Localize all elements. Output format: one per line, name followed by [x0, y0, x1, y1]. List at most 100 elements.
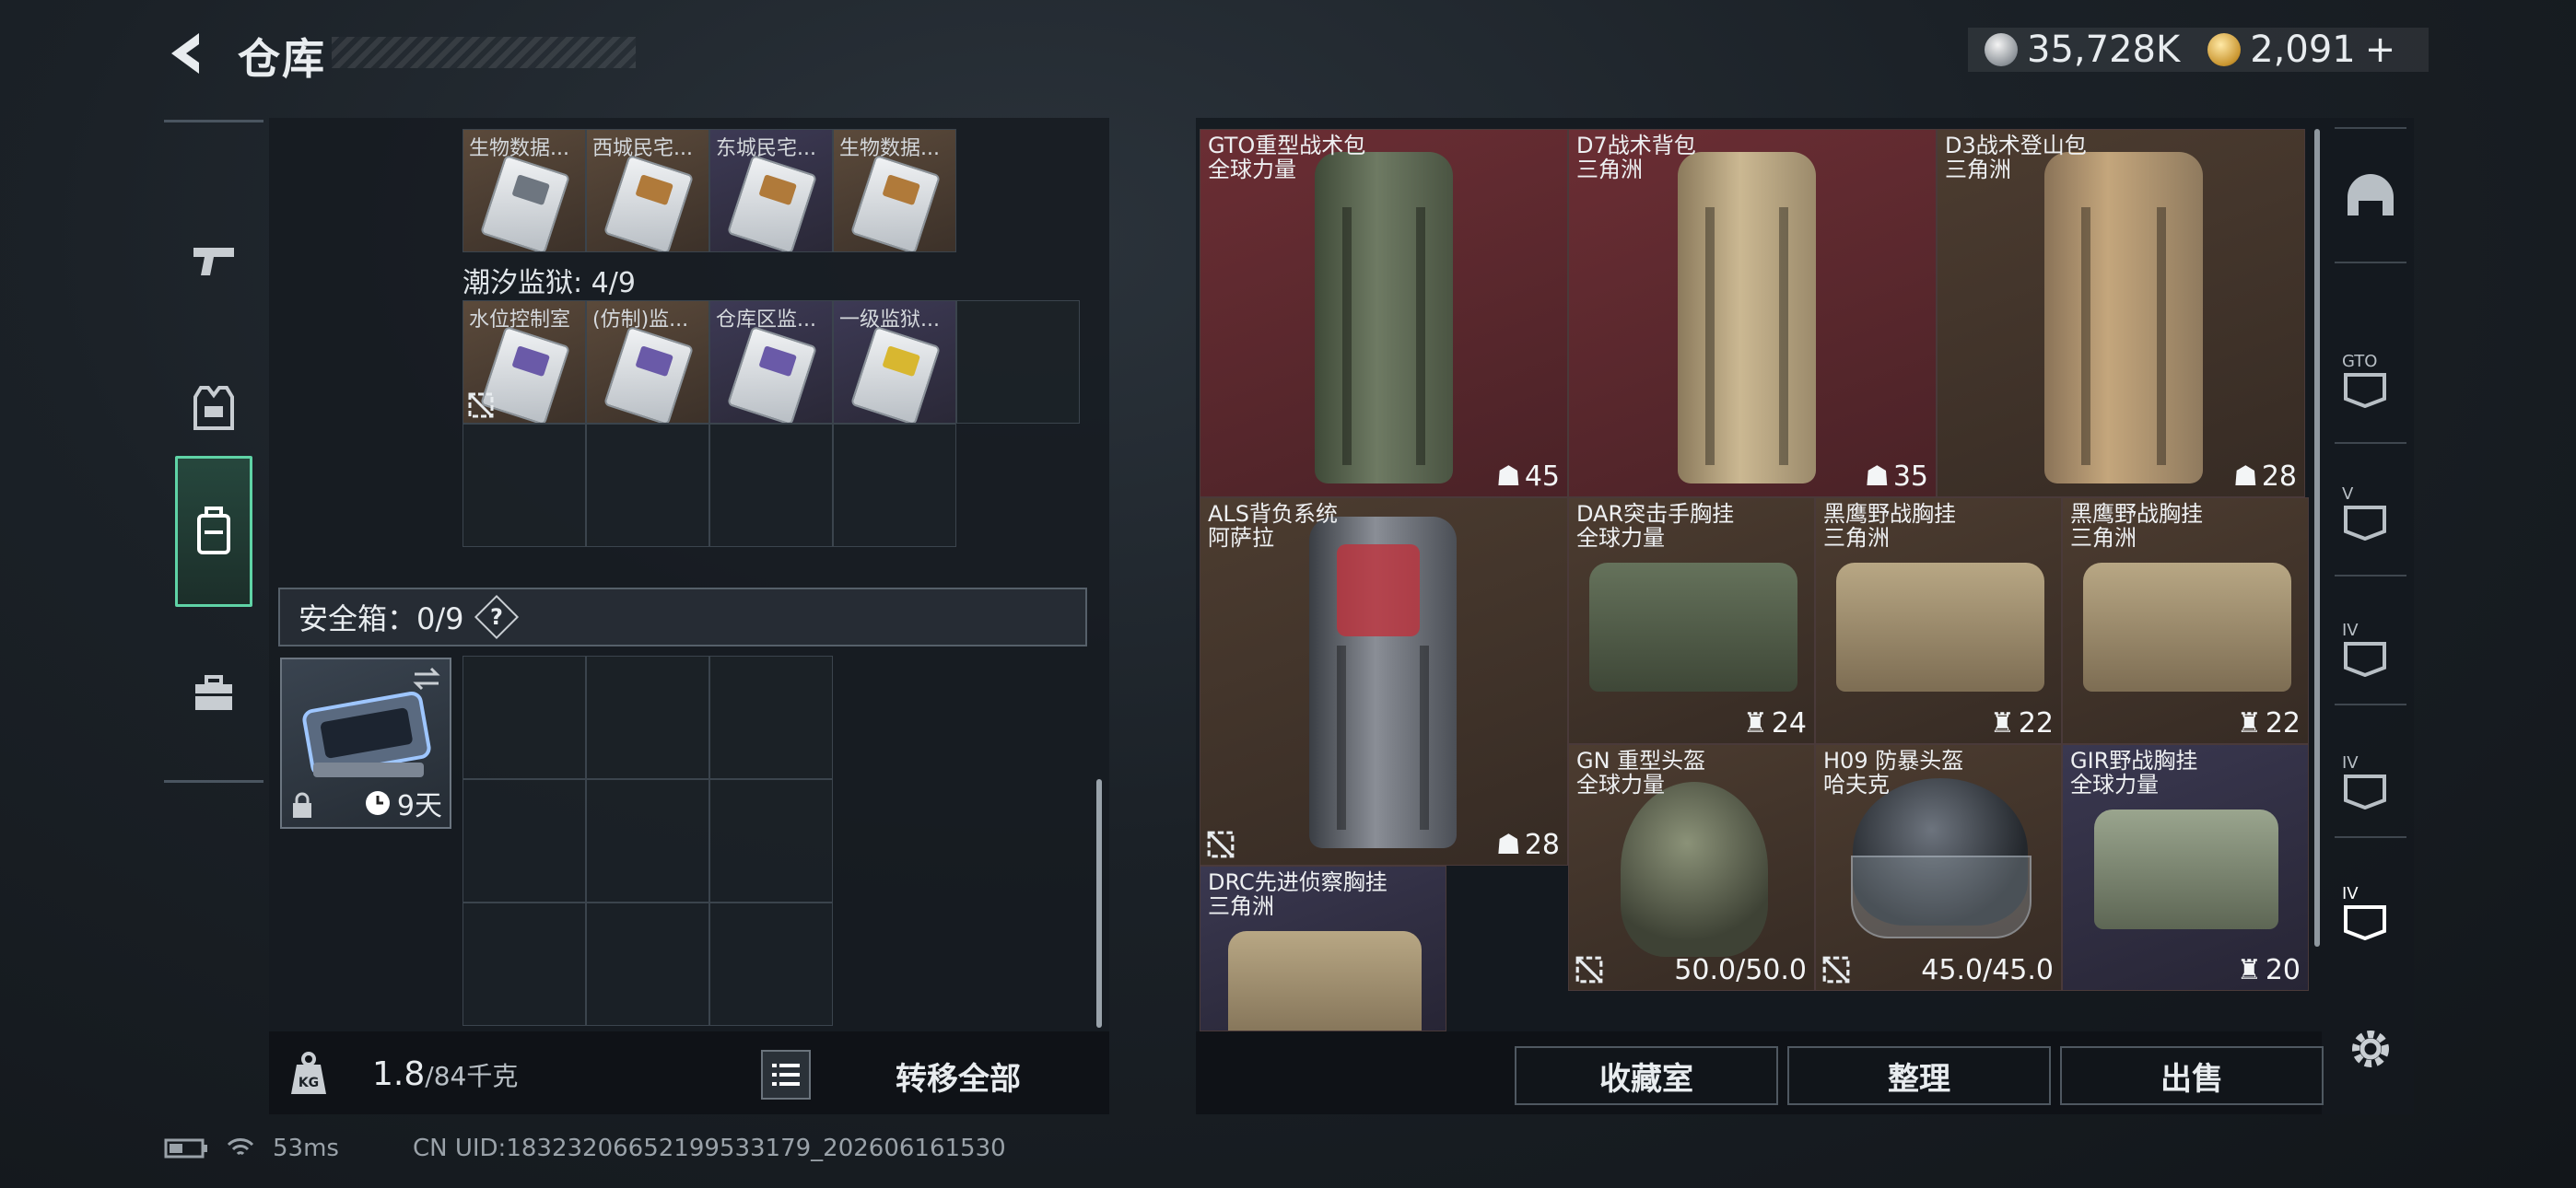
no-insure-icon [1207, 831, 1235, 858]
item-card[interactable]: ALS背负系统 阿萨拉 ☗ 28 [1200, 497, 1568, 866]
inventory-slot[interactable]: 西城民宅... [586, 129, 709, 252]
back-button[interactable] [162, 28, 214, 79]
organize-button[interactable]: 整理 [1787, 1046, 2051, 1105]
item-brand: 三角洲 [1823, 525, 1890, 551]
inventory-slot[interactable]: (仿制)监... [586, 300, 709, 424]
slot-label: 东城民宅... [716, 137, 816, 160]
filter-tier-gto[interactable]: GTO [2342, 352, 2399, 409]
vest-icon [193, 386, 234, 430]
item-brand: 哈夫克 [1823, 772, 1890, 798]
ping-text: 53ms [273, 1135, 339, 1162]
capacity-icon: ♜ [2236, 954, 2262, 986]
safe-slot[interactable] [586, 903, 709, 1026]
safe-slot[interactable] [709, 903, 833, 1026]
secure-case-icon [302, 692, 431, 777]
empty-slot[interactable] [463, 424, 586, 547]
slot-label: 水位控制室 [469, 309, 571, 332]
empty-slot[interactable] [586, 424, 709, 547]
inventory-scrollbar[interactable] [1096, 779, 1102, 1028]
inventory-slot[interactable]: 水位控制室 [463, 300, 586, 424]
item-card[interactable]: GTO重型战术包 全球力量 ☗ 45 [1200, 129, 1568, 497]
item-card[interactable]: GN 重型头盔 全球力量 50.0/50.0 [1568, 744, 1815, 991]
item-brand: 三角洲 [2070, 525, 2137, 551]
empty-slot[interactable] [833, 424, 956, 547]
armor-icon [2344, 373, 2386, 409]
uid-text: CN UID:18323206652199533179_202606161530 [412, 1135, 1006, 1162]
item-card[interactable]: 黑鹰野战胸挂 三角洲 ♜ 22 [1815, 497, 2062, 744]
safe-slot[interactable] [586, 656, 709, 779]
storage-scrollbar[interactable] [2314, 129, 2320, 947]
pistol-icon [193, 248, 234, 275]
item-card[interactable]: GIR野战胸挂 全球力量 ♜ 20 [2062, 744, 2309, 991]
safe-slot[interactable] [463, 779, 586, 903]
transfer-all-button[interactable]: 转移全部 [848, 1046, 1069, 1105]
collection-room-button[interactable]: 收藏室 [1515, 1046, 1778, 1105]
filter-tier-iv-a[interactable]: IV [2342, 621, 2399, 678]
category-backpack[interactable] [175, 456, 252, 607]
settings-gear-icon[interactable] [2344, 1022, 2397, 1076]
vest-image [1836, 563, 2044, 692]
category-weapons[interactable] [164, 187, 263, 334]
sell-button[interactable]: 出售 [2060, 1046, 2324, 1105]
vest-image [2083, 563, 2291, 692]
safe-slot[interactable] [463, 903, 586, 1026]
safe-box-label: 安全箱：0/9 [299, 601, 464, 636]
safe-slot[interactable] [586, 779, 709, 903]
item-name: GN 重型头盔 全球力量 [1576, 749, 1705, 797]
inventory-slot[interactable]: 仓库区监... [709, 300, 833, 424]
empty-slot[interactable] [956, 300, 1080, 424]
item-name: 黑鹰野战胸挂 三角洲 [2070, 502, 2203, 550]
slot-label: 生物数据... [839, 137, 940, 160]
safe-slot[interactable] [463, 656, 586, 779]
keycard-icon [726, 154, 818, 251]
item-card[interactable]: DAR突击手胸挂 全球力量 ♜ 24 [1568, 497, 1815, 744]
capacity-value: 20 [2265, 954, 2301, 986]
prison-label: 潮汐监狱: 4/9 [463, 267, 636, 299]
vest-image [1589, 563, 1797, 692]
status-bar: 53ms CN UID:18323206652199533179_2026061… [164, 1135, 1006, 1162]
item-brand: 三角洲 [1576, 157, 1643, 182]
item-capacity: ☗ 45 [1496, 460, 1560, 493]
item-card[interactable]: D3战术登山包 三角洲 ☗ 28 [1937, 129, 2305, 497]
keycard-icon [849, 325, 942, 423]
item-brand: 全球力量 [1208, 157, 1296, 182]
safe-slot[interactable] [709, 779, 833, 903]
item-card[interactable]: H09 防暴头盔 哈夫克 45.0/45.0 [1815, 744, 2062, 991]
inventory-slot[interactable]: 东城民宅... [709, 129, 833, 252]
item-title: GIR野战胸挂 [2070, 748, 2198, 774]
item-name: D3战术登山包 三角洲 [1945, 134, 2087, 181]
filter-label: IV [2342, 753, 2359, 773]
filter-tier-v[interactable]: V [2342, 484, 2399, 542]
empty-slot[interactable] [709, 424, 833, 547]
safe-slot[interactable] [709, 656, 833, 779]
filter-sidebar: GTO V IV IV IV [2325, 123, 2410, 1067]
help-button[interactable]: ? [474, 594, 519, 640]
filter-label: IV [2342, 884, 2359, 903]
battery-icon [164, 1138, 207, 1159]
inventory-slot[interactable]: 生物数据... [833, 129, 956, 252]
add-currency-button[interactable]: + [2365, 29, 2396, 71]
toolbox-icon [195, 675, 232, 710]
category-sidebar [164, 120, 263, 783]
keycard-icon [603, 154, 695, 251]
item-card[interactable]: D7战术背包 三角洲 ☗ 35 [1568, 129, 1937, 497]
safe-box-item[interactable]: 9天 [280, 658, 451, 829]
capacity-value: 22 [2265, 707, 2301, 740]
swap-icon[interactable] [411, 665, 442, 693]
item-card[interactable]: 黑鹰野战胸挂 三角洲 ♜ 22 [2062, 497, 2309, 744]
category-supplies[interactable] [164, 620, 263, 767]
helmet-filter-icon[interactable] [2342, 169, 2399, 227]
list-view-button[interactable] [761, 1050, 811, 1100]
filter-tier-iv-c[interactable]: IV [2342, 884, 2399, 941]
gold-coin-icon [2207, 33, 2242, 66]
item-name: GIR野战胸挂 全球力量 [2070, 749, 2197, 797]
item-title: ALS背负系统 [1208, 501, 1339, 527]
item-card[interactable]: DRC先进侦察胸挂 三角洲 [1200, 866, 1446, 1031]
page-title: 仓库 [238, 34, 326, 84]
capacity-icon: ♜ [1989, 707, 2015, 740]
inventory-slot[interactable]: 生物数据... [463, 129, 586, 252]
filter-tier-iv-b[interactable]: IV [2342, 753, 2399, 810]
inventory-slot[interactable]: 一级监狱... [833, 300, 956, 424]
item-title: D7战术背包 [1576, 133, 1696, 158]
armor-icon [2344, 642, 2386, 678]
